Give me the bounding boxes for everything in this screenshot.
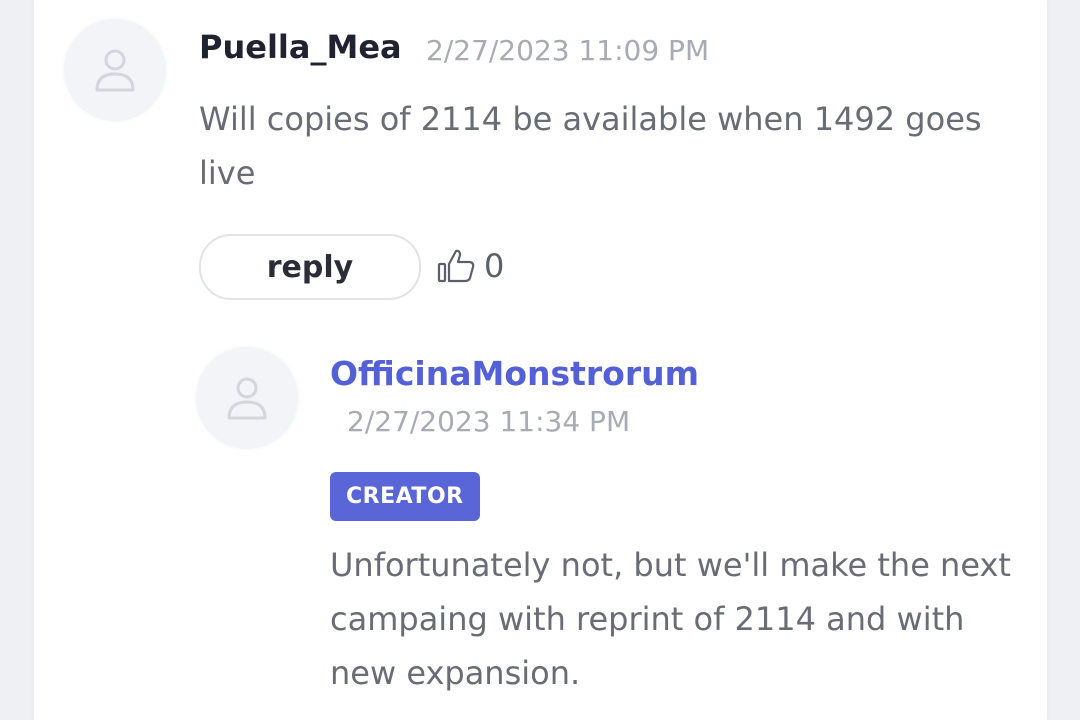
comment-card: Puella_Mea 2/27/2023 11:09 PM Will copie… [34, 0, 1047, 720]
thumbs-up-icon [437, 249, 475, 283]
reply-author[interactable]: OfficinaMonstrorum [330, 354, 699, 393]
comment-text: Will copies of 2114 be available when 14… [199, 100, 982, 192]
like-count: 0 [484, 247, 505, 285]
avatar[interactable] [196, 347, 298, 449]
user-icon [227, 377, 267, 420]
user-icon [95, 49, 135, 92]
reply-text: Unfortunately not, but we'll make the ne… [330, 546, 1011, 692]
reply-button[interactable]: reply [199, 234, 421, 300]
comment-author[interactable]: Puella_Mea [199, 28, 402, 66]
comment-timestamp: 2/27/2023 11:09 PM [426, 34, 710, 67]
like-button[interactable]: 0 [436, 246, 504, 286]
avatar[interactable] [64, 19, 166, 121]
creator-badge: CREATOR [330, 472, 480, 521]
reply-timestamp: 2/27/2023 11:34 PM [347, 405, 631, 438]
